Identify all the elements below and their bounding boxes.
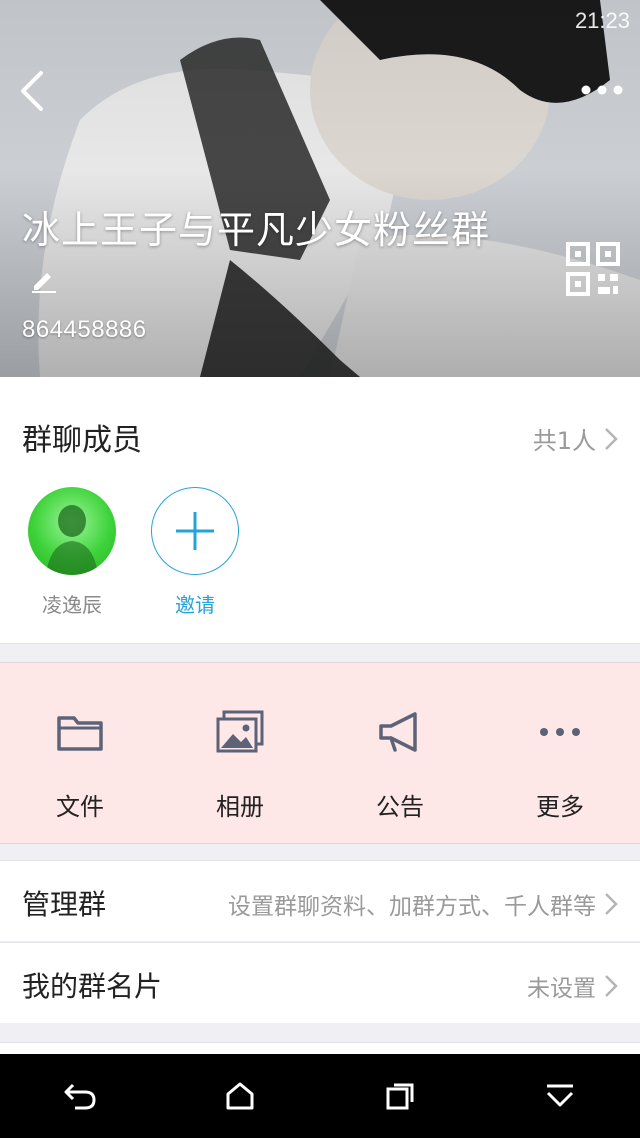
action-album[interactable]: 相册	[160, 663, 320, 843]
action-files-label: 文件	[56, 793, 104, 821]
my-group-card-label: 我的群名片	[22, 970, 163, 1003]
plus-icon	[176, 512, 214, 550]
action-grid: 文件 相册 公告 更多	[0, 662, 640, 844]
nav-back-button[interactable]	[48, 1064, 112, 1128]
chevron-down-icon	[546, 1084, 574, 1107]
my-group-card-row[interactable]: 我的群名片 未设置	[0, 942, 640, 1023]
manage-group-row[interactable]: 管理群 设置群聊资料、加群方式、千人群等	[0, 860, 640, 941]
member-name: 凌逸辰	[42, 593, 102, 617]
my-group-card-value: 未设置	[527, 976, 596, 1002]
members-count: 共1人	[532, 427, 596, 455]
chevron-right-icon	[605, 893, 618, 915]
members-label: 群聊成员	[22, 423, 142, 458]
group-id: 864458886	[22, 316, 147, 343]
status-time: 21:23	[574, 8, 630, 33]
avatar-photo	[46, 505, 98, 575]
action-album-label: 相册	[216, 793, 264, 821]
qr-code-icon	[566, 242, 620, 296]
edit-pencil-icon[interactable]	[30, 257, 58, 305]
recents-icon	[386, 1083, 414, 1110]
back-icon	[64, 1083, 96, 1110]
ellipsis-icon	[581, 85, 623, 95]
invite-label: 邀请	[175, 593, 215, 617]
member-avatar[interactable]	[28, 487, 116, 575]
nav-recents-button[interactable]	[368, 1064, 432, 1128]
megaphone-icon	[379, 712, 417, 752]
system-nav-bar	[0, 1054, 640, 1138]
action-announcement[interactable]: 公告	[320, 663, 480, 843]
folder-icon	[57, 716, 103, 751]
invite-button[interactable]	[151, 487, 239, 575]
album-icon	[216, 710, 264, 753]
qr-code-button[interactable]	[566, 242, 620, 296]
group-title-text: 冰上王子与平凡少女粉丝群	[22, 208, 491, 252]
back-arrow-icon	[21, 71, 43, 111]
nav-home-button[interactable]	[208, 1064, 272, 1128]
action-more[interactable]: 更多	[480, 663, 640, 843]
nav-notification-button[interactable]	[528, 1064, 592, 1128]
home-icon	[226, 1082, 254, 1110]
chevron-right-icon	[605, 427, 618, 450]
more-options-button[interactable]	[578, 72, 626, 108]
manage-group-value: 设置群聊资料、加群方式、千人群等	[228, 894, 596, 920]
chevron-right-icon	[605, 975, 618, 997]
action-announcement-label: 公告	[376, 793, 424, 821]
more-dots-icon	[540, 728, 580, 736]
group-header: 21:23 冰上王子与平凡少女粉丝群 864458886	[0, 0, 640, 377]
action-more-label: 更多	[536, 793, 584, 821]
manage-group-label: 管理群	[22, 888, 107, 921]
group-title[interactable]: 冰上王子与平凡少女粉丝群	[22, 206, 492, 305]
action-files[interactable]: 文件	[0, 663, 160, 843]
members-section: 群聊成员 共1人 凌逸辰 邀请	[0, 377, 640, 644]
back-button[interactable]	[10, 66, 54, 116]
members-count-link[interactable]: 共1人	[533, 421, 618, 456]
